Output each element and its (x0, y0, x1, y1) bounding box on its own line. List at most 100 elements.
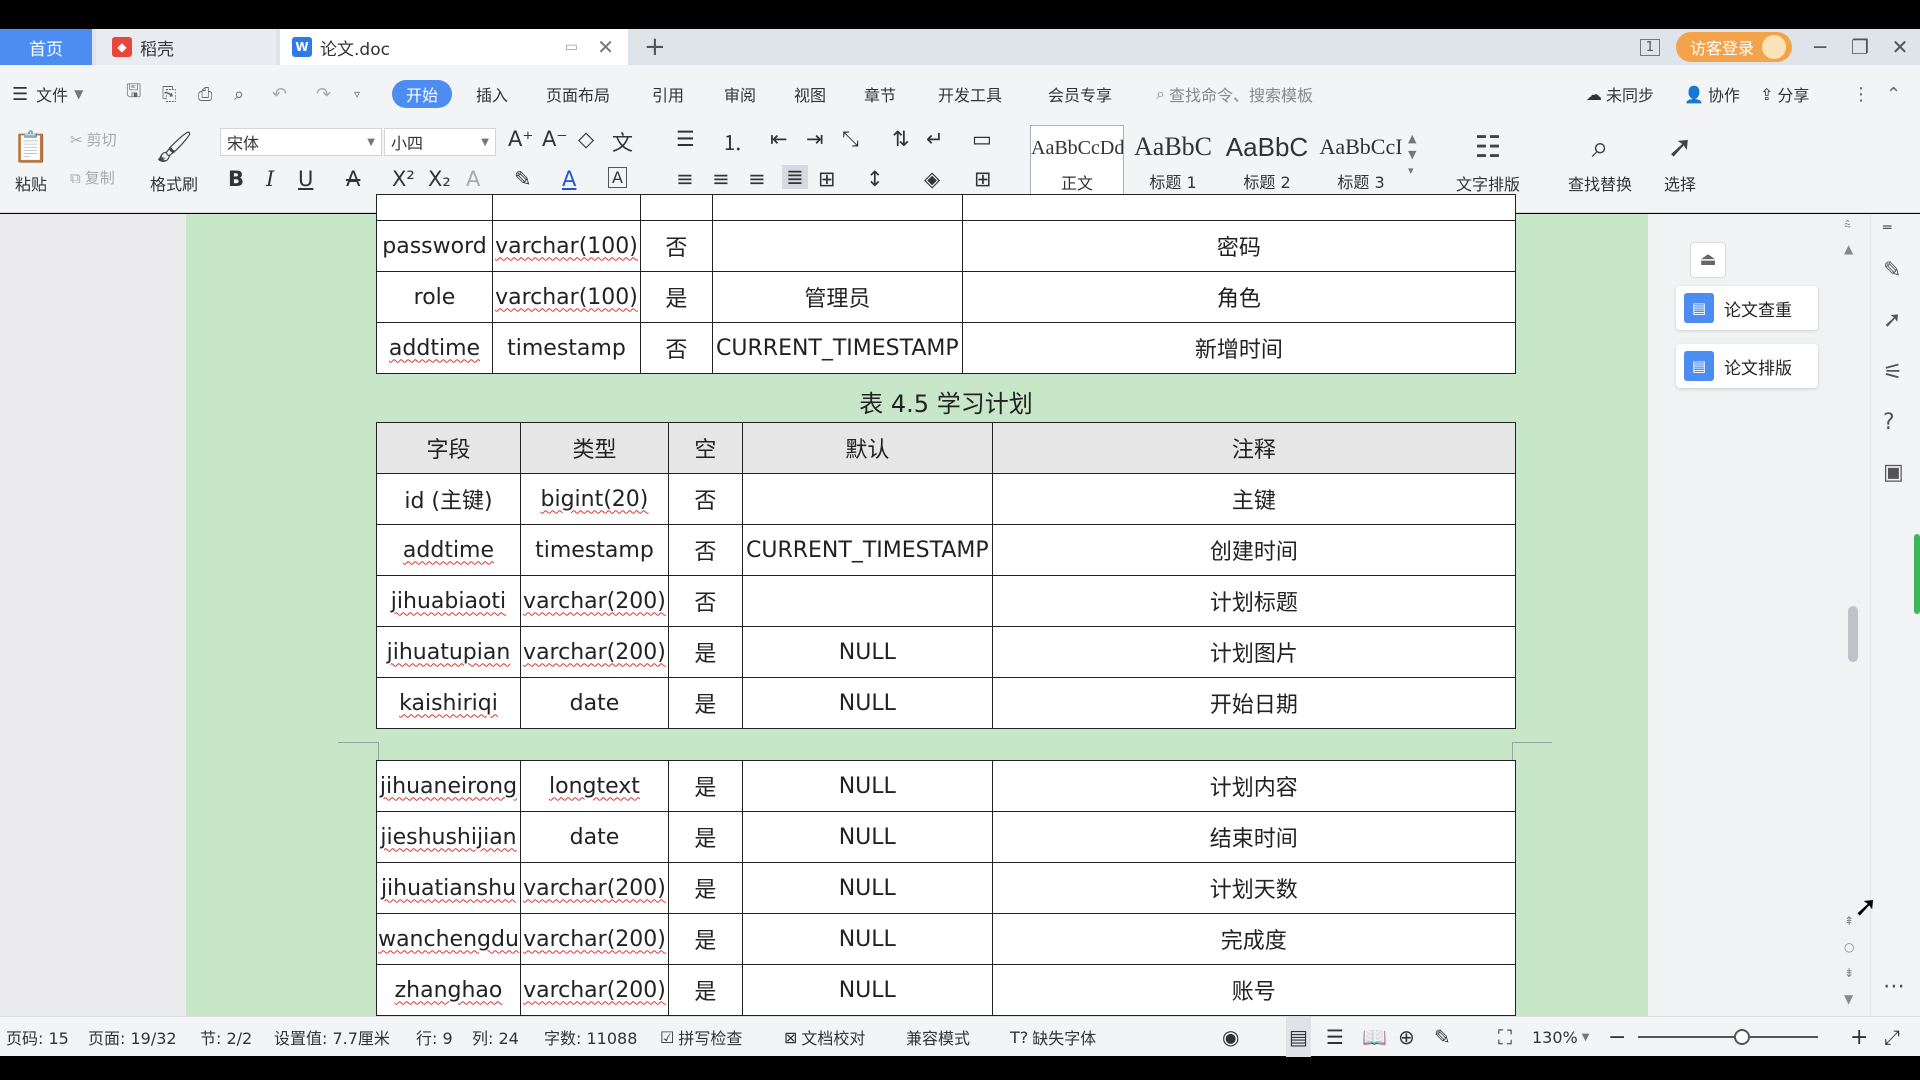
bold-icon[interactable]: B (228, 167, 244, 191)
column-header[interactable]: 默认 (741, 422, 993, 474)
column-header[interactable]: 字段 (376, 422, 521, 474)
table-caption[interactable]: 表 4.5 学习计划 (376, 384, 1516, 419)
image-tool-icon[interactable]: ▣ (1883, 460, 1904, 485)
table-cell[interactable]: 密码 (961, 220, 1517, 272)
status-setting[interactable]: 设置值: 7.7厘米 (274, 1017, 390, 1057)
status-word-count[interactable]: 字数: 11088 (544, 1017, 637, 1057)
table-cell[interactable]: bigint(20) (519, 473, 669, 525)
fit-page-icon[interactable]: ⛶ (1498, 1017, 1512, 1057)
numbered-list-icon[interactable]: ⒈ (722, 127, 743, 157)
table-cell[interactable]: 否 (667, 575, 743, 627)
menu-insert[interactable]: 插入 (476, 65, 508, 123)
align-left-icon[interactable]: ≡ (676, 167, 694, 191)
select-button[interactable]: ➚ 选择 (1650, 125, 1710, 195)
more-options-icon[interactable]: ⋯ (1883, 974, 1905, 999)
table-cell[interactable]: jieshushijian (376, 811, 521, 863)
outline-view-icon[interactable]: ☰ (1326, 1017, 1344, 1057)
distributed-align-icon[interactable]: ⊞ (818, 167, 836, 191)
table-cell[interactable]: addtime (376, 322, 493, 374)
table-cell[interactable]: timestamp (519, 524, 669, 576)
column-header[interactable]: 类型 (519, 422, 669, 474)
table-cell[interactable]: 管理员 (711, 271, 963, 323)
table-cell[interactable]: 是 (667, 626, 743, 678)
export-icon[interactable]: ⎘ (162, 65, 176, 123)
compat-mode[interactable]: 兼容模式 (906, 1017, 970, 1057)
highlight-icon[interactable]: ✎ (514, 167, 532, 191)
table-cell[interactable] (741, 473, 993, 525)
zoom-slider-knob[interactable] (1734, 1029, 1750, 1045)
text-direction-icon[interactable]: ⤡ (842, 127, 859, 152)
web-view-icon[interactable]: ⊕ (1398, 1017, 1415, 1057)
table-cell[interactable]: varchar(100) (491, 220, 641, 272)
pointer-icon[interactable]: ➚ (1883, 308, 1901, 333)
format-painter-button[interactable]: 🖌 格式刷 (144, 125, 204, 195)
paper-format-button[interactable]: ▤ 论文排版 (1676, 344, 1818, 388)
table-cell[interactable]: 是 (667, 677, 743, 729)
scroll-down-arrow-icon[interactable]: ▼ (1844, 992, 1853, 1006)
zoom-in-icon[interactable]: + (1850, 1017, 1868, 1057)
table-cell[interactable]: NULL (741, 862, 993, 914)
collaborate-button[interactable]: 👤 协作 (1684, 65, 1740, 123)
reading-view-icon[interactable]: 📖 (1362, 1017, 1387, 1057)
customize-toolbar-icon[interactable]: ▿ (354, 65, 360, 123)
align-right-icon[interactable]: ≡ (748, 167, 766, 191)
new-tab-button[interactable]: + (644, 29, 666, 65)
menu-review[interactable]: 审阅 (724, 65, 756, 123)
menu-home[interactable]: 开始 (392, 80, 453, 108)
table-cell[interactable]: jihuabiaoti (376, 575, 521, 627)
table-cell[interactable]: varchar(200) (519, 862, 669, 914)
table-cell[interactable] (741, 575, 993, 627)
table-cell[interactable]: 角色 (961, 271, 1517, 323)
table-cell[interactable]: 否 (667, 524, 743, 576)
table-cell[interactable]: timestamp (491, 322, 641, 374)
scroll-up-icon[interactable]: ⩯ (1844, 218, 1851, 233)
write-mode-icon[interactable]: ✎ (1434, 1017, 1451, 1057)
menu-page-layout[interactable]: 页面布局 (546, 65, 610, 123)
paste-button[interactable]: 📋 粘贴 (8, 125, 54, 195)
next-page-icon[interactable]: ⇟ (1844, 966, 1854, 980)
table-cell[interactable]: 是 (667, 862, 743, 914)
text-effect-icon[interactable]: A (466, 167, 480, 191)
underline-icon[interactable]: U (298, 167, 313, 191)
increase-indent-icon[interactable]: ⇥ (806, 127, 824, 151)
table-cell[interactable]: NULL (741, 913, 993, 965)
font-name-select[interactable]: 宋体 ▼ (220, 128, 382, 156)
table-cell[interactable]: 创建时间 (991, 524, 1517, 576)
shading-icon[interactable]: ◈ (924, 167, 940, 191)
tab-document[interactable]: W 论文.doc ▭ ✕ (280, 29, 628, 65)
font-color-icon[interactable]: A (562, 167, 576, 191)
status-page[interactable]: 页面: 19/32 (88, 1017, 177, 1057)
restore-button[interactable]: ❐ (1840, 35, 1880, 59)
table-cell[interactable]: 是 (639, 271, 713, 323)
zoom-out-icon[interactable]: − (1608, 1017, 1626, 1057)
align-center-icon[interactable]: ≡ (712, 167, 730, 191)
table-cell[interactable]: 是 (667, 811, 743, 863)
table-cell[interactable]: 主键 (991, 473, 1517, 525)
zoom-level[interactable]: 130% ▼ (1532, 1017, 1589, 1057)
table-cell[interactable]: date (519, 677, 669, 729)
table-cell[interactable]: 否 (639, 322, 713, 374)
scrollbar-thumb[interactable] (1848, 606, 1858, 662)
table-cell[interactable]: 是 (667, 913, 743, 965)
superscript-icon[interactable]: X² (392, 167, 415, 191)
table-cell[interactable]: 是 (667, 964, 743, 1016)
strikethrough-icon[interactable]: A (346, 167, 360, 191)
previous-page-icon[interactable]: ⇞ (1844, 914, 1854, 928)
table-cell[interactable]: NULL (741, 964, 993, 1016)
close-window-button[interactable]: ✕ (1880, 35, 1920, 59)
table-cell[interactable]: varchar(200) (519, 575, 669, 627)
style-gallery-scroll[interactable]: ▲ ▼ ▾ (1408, 131, 1416, 179)
menu-view[interactable]: 视图 (794, 65, 826, 123)
table-cell[interactable] (711, 220, 963, 272)
float-window-icon[interactable]: ▭ (565, 39, 578, 55)
print-preview-icon[interactable]: ⌕ (234, 65, 244, 123)
grow-font-icon[interactable]: A⁺ (508, 127, 533, 151)
login-button[interactable]: 访客登录 (1675, 29, 1792, 65)
table-cell[interactable]: NULL (741, 626, 993, 678)
eye-protection-icon[interactable]: ◉ (1222, 1017, 1239, 1057)
table-cell[interactable]: jihuatupian (376, 626, 521, 678)
menu-chapter[interactable]: 章节 (864, 65, 896, 123)
file-menu[interactable]: ☰ 文件 ▼ (12, 65, 83, 123)
style-heading-1[interactable]: AaBbC 标题 1 (1126, 125, 1220, 195)
subscript-icon[interactable]: X₂ (428, 167, 451, 191)
